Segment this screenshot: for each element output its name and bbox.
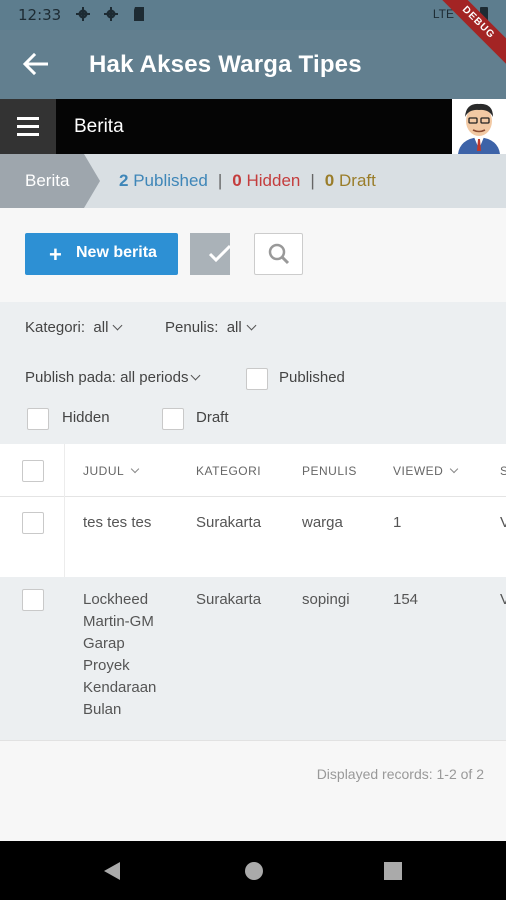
new-berita-label: New berita	[76, 244, 157, 261]
status-time: 12:33	[18, 6, 62, 24]
breadcrumb-current[interactable]: Berita	[0, 154, 100, 208]
row-checkbox[interactable]	[22, 589, 44, 611]
table-row[interactable]: Lockheed Martin-GM Garap Proyek Kendaraa…	[0, 577, 506, 740]
nav-home-icon[interactable]	[244, 861, 264, 881]
search-button[interactable]	[254, 233, 303, 275]
penulis-filter[interactable]: Penulis: all	[165, 319, 257, 336]
hidden-count-link[interactable]: 0 Hidden	[232, 171, 300, 190]
column-divider	[64, 444, 65, 497]
published-checkbox[interactable]	[246, 368, 268, 390]
breadcrumb-label: Berita	[25, 171, 70, 190]
draft-count-link[interactable]: 0 Draft	[325, 171, 376, 190]
hamburger-menu-icon[interactable]	[0, 99, 56, 154]
sort-icon	[450, 464, 459, 474]
check-icon	[208, 244, 230, 263]
column-kategori[interactable]: KATEGORI	[196, 464, 261, 478]
column-status[interactable]: S	[500, 464, 506, 478]
chevron-down-icon	[246, 320, 257, 331]
table-row[interactable]: tes tes tes Surakarta warga 1 V	[0, 497, 506, 577]
nav-back-icon[interactable]	[102, 861, 122, 881]
chevron-down-icon	[191, 370, 201, 381]
publish-period-filter[interactable]: Publish pada: all periods	[25, 369, 201, 386]
settings-icon	[76, 7, 90, 21]
system-nav-bar	[0, 841, 506, 900]
column-viewed[interactable]: VIEWED	[393, 464, 459, 478]
cell-viewed: 1	[393, 514, 402, 531]
filters-panel: Kategori: all Penulis: all Publish pada:…	[0, 302, 506, 444]
draft-checkbox[interactable]	[162, 408, 184, 430]
column-judul[interactable]: JUDUL	[83, 464, 140, 478]
published-checkbox-label: Published	[279, 369, 345, 386]
published-count-link[interactable]: 2 Published	[119, 171, 208, 190]
cell-kategori: Surakarta	[196, 591, 262, 608]
nav-recents-icon[interactable]	[384, 862, 402, 880]
sort-icon	[130, 464, 140, 474]
hidden-checkbox-label: Hidden	[62, 409, 110, 426]
status-bar: 12:33 LTE	[0, 0, 506, 30]
cell-judul[interactable]: Lockheed Martin-GM Garap Proyek Kendaraa…	[83, 589, 173, 721]
back-arrow-icon[interactable]	[22, 52, 48, 76]
plus-icon: +	[49, 242, 62, 267]
search-icon	[268, 243, 290, 265]
cell-viewed: 154	[393, 591, 419, 608]
status-counts: 2 Published | 0 Hidden | 0 Draft	[119, 171, 376, 190]
page-title: Hak Akses Warga Tipes	[89, 51, 362, 78]
record-count: Displayed records: 1-2 of 2	[316, 766, 484, 782]
cell-judul[interactable]: tes tes tes	[83, 512, 151, 534]
kategori-filter[interactable]: Kategori: all	[25, 319, 123, 336]
new-berita-button[interactable]: + New berita	[25, 233, 178, 275]
hidden-checkbox[interactable]	[27, 408, 49, 430]
cell-status: V	[500, 591, 506, 608]
table-header: JUDUL KATEGORI PENULIS VIEWED S	[0, 444, 506, 497]
table-footer: Displayed records: 1-2 of 2	[0, 740, 506, 841]
chevron-down-icon	[112, 320, 123, 331]
top-nav: Berita	[0, 99, 506, 154]
column-penulis[interactable]: PENULIS	[302, 464, 357, 478]
bulk-check-button[interactable]	[190, 233, 230, 275]
select-all-checkbox[interactable]	[22, 460, 44, 482]
cell-kategori: Surakarta	[196, 514, 262, 531]
avatar[interactable]	[452, 99, 506, 154]
cell-status: V	[500, 514, 506, 531]
section-title: Berita	[74, 116, 124, 137]
breadcrumb: Berita 2 Published | 0 Hidden | 0 Draft	[0, 154, 506, 208]
draft-checkbox-label: Draft	[196, 409, 229, 426]
column-divider	[64, 497, 65, 577]
settings-icon	[104, 7, 118, 21]
sd-card-icon	[134, 7, 144, 21]
toolbar: + New berita	[0, 208, 506, 302]
app-bar: Hak Akses Warga Tipes	[0, 30, 506, 99]
cell-penulis: sopingi	[302, 591, 350, 608]
row-checkbox[interactable]	[22, 512, 44, 534]
cell-penulis: warga	[302, 514, 343, 531]
